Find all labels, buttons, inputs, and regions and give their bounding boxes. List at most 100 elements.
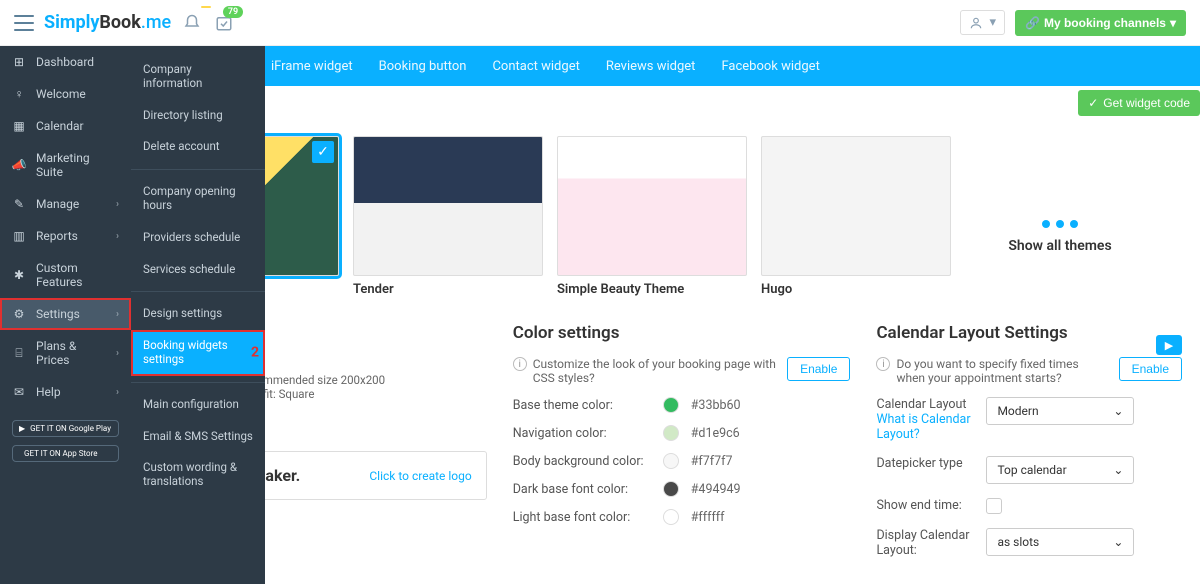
divider [131, 291, 265, 292]
get-widget-code-button[interactable]: ✓ Get widget code [1078, 90, 1200, 116]
app-store-badge[interactable]: GET IT ON App Store [12, 445, 119, 462]
color-value: #ffffff [691, 510, 725, 525]
bell-icon[interactable] [183, 14, 201, 32]
sidebar-item-dashboard[interactable]: ⊞ Dashboard [0, 46, 131, 78]
logo-prefix: Simply [44, 12, 99, 33]
submenu-item-company-information[interactable]: Company information [131, 54, 265, 100]
sidebar-item-marketing-suite[interactable]: 📣 Marketing Suite [0, 142, 131, 188]
sidebar-item-label: Reports [36, 229, 78, 243]
my-booking-channels-button[interactable]: 🔗 My booking channels ▾ [1015, 10, 1186, 36]
sidebar-item-settings[interactable]: ⚙ Settings › 1 [0, 298, 131, 330]
color-label: Dark base font color: [513, 482, 663, 497]
sidebar-item-label: Plans & Prices [36, 339, 106, 367]
show-all-label: Show all themes [1008, 238, 1111, 254]
tab-iframe-widget[interactable]: iFrame widget [271, 59, 353, 74]
sidebar-item-manage[interactable]: ✎ Manage › [0, 188, 131, 220]
chevron-down-icon: ⌄ [1113, 463, 1123, 477]
settings-submenu: Company informationDirectory listing Dele… [131, 46, 265, 584]
theme-list: Tender Simple Beauty Theme Hugo Show all… [149, 136, 1182, 297]
submenu-item-label: Delete account [143, 139, 220, 153]
hamburger-icon[interactable] [14, 15, 34, 31]
check-calendar-icon[interactable]: 79 [215, 14, 233, 32]
color-label: Body background color: [513, 454, 663, 469]
submenu-item-email-sms-settings[interactable]: Email & SMS Settings [131, 421, 265, 453]
money-icon: ⌸ [12, 346, 26, 360]
user-menu[interactable]: ▾ [960, 10, 1005, 35]
tab-reviews-widget[interactable]: Reviews widget [606, 59, 696, 74]
notif-badge [201, 6, 211, 8]
play-icon: ▶ [19, 424, 25, 433]
calendar-icon: ▦ [12, 119, 26, 133]
theme-thumbnail[interactable] [557, 136, 747, 276]
check-icon: ✓ [1088, 96, 1098, 110]
sidebar-item-label: Custom Features [36, 261, 119, 289]
sidebar-item-welcome[interactable]: ♀ Welcome [0, 78, 131, 110]
sidebar-item-plans-prices[interactable]: ⌸ Plans & Prices › [0, 330, 131, 376]
theme-card[interactable]: Simple Beauty Theme [557, 136, 747, 297]
panel-title: Color settings [513, 323, 851, 343]
submenu-item-label: Services schedule [143, 262, 235, 276]
user-icon [969, 16, 983, 30]
select-display-calendar-layout-[interactable]: as slots⌄ [986, 528, 1134, 556]
theme-thumbnail[interactable] [761, 136, 951, 276]
sidebar-item-label: Calendar [36, 119, 84, 133]
content: ✓ Get widget code Tender Simple Beauty T… [131, 86, 1200, 584]
logo-mid: Book [99, 12, 140, 33]
sidebar-item-custom-features[interactable]: ✱ Custom Features [0, 252, 131, 298]
layout-label: Display Calendar Layout: [876, 528, 986, 558]
color-row: Body background color: #f7f7f7 [513, 453, 851, 469]
fiverr-create-link[interactable]: Click to create logo [369, 469, 471, 483]
color-row: Light base font color: #ffffff [513, 509, 851, 525]
theme-card[interactable]: Hugo [761, 136, 951, 297]
color-swatch[interactable] [663, 453, 679, 469]
tab-facebook-widget[interactable]: Facebook widget [721, 59, 819, 74]
sidebar-item-reports[interactable]: ▥ Reports › [0, 220, 131, 252]
logo[interactable]: SimplyBook.me [44, 12, 171, 33]
layout-row: Show end time: [876, 498, 1182, 514]
submenu-item-directory-listing[interactable]: Directory listing [131, 100, 265, 132]
submenu-item-company-opening-hours[interactable]: Company opening hours [131, 176, 265, 222]
layout-label: Show end time: [876, 498, 986, 513]
color-swatch[interactable] [663, 481, 679, 497]
panel-desc: Do you want to specify fixed times when … [896, 357, 1108, 385]
sidebar-item-label: Welcome [36, 87, 86, 101]
help-link[interactable]: What is Calendar Layout? [876, 412, 970, 442]
video-help-icon[interactable]: ▶ [1156, 335, 1182, 355]
divider [131, 382, 265, 383]
color-swatch[interactable] [663, 397, 679, 413]
submenu-item-services-schedule[interactable]: Services schedule [131, 254, 265, 286]
checkbox-show-end-time-[interactable] [986, 498, 1002, 514]
enable-fixedtimes-button[interactable]: Enable [1119, 357, 1182, 381]
color-label: Light base font color: [513, 510, 663, 525]
submenu-item-label: Providers schedule [143, 230, 240, 244]
info-icon: i [513, 357, 527, 371]
google-play-badge[interactable]: ▶GET IT ON Google Play [12, 420, 119, 437]
select-calendar-layout[interactable]: Modern⌄ [986, 397, 1134, 425]
info-icon: i [876, 357, 890, 371]
submenu-item-providers-schedule[interactable]: Providers schedule [131, 222, 265, 254]
show-all-themes[interactable]: Show all themes [965, 136, 1155, 297]
submenu-item-booking-widgets-settings[interactable]: Booking widgets settings2 [131, 330, 265, 376]
color-settings-panel: Color settings i Customize the look of yo… [513, 323, 851, 572]
sidebar-item-label: Marketing Suite [36, 151, 119, 179]
submenu-item-main-configuration[interactable]: Main configuration [131, 389, 265, 421]
tab-booking-button[interactable]: Booking button [379, 59, 467, 74]
enable-css-button[interactable]: Enable [787, 357, 850, 381]
color-value: #f7f7f7 [691, 454, 733, 469]
submenu-item-delete-account[interactable]: Delete account [131, 131, 265, 163]
layout-row: Datepicker typeTop calendar⌄ [876, 456, 1182, 484]
panel-desc: Customize the look of your booking page … [533, 357, 777, 385]
color-swatch[interactable] [663, 425, 679, 441]
gear-icon: ⚙ [12, 307, 26, 321]
select-datepicker-type[interactable]: Top calendar⌄ [986, 456, 1134, 484]
sidebar-item-calendar[interactable]: ▦ Calendar [0, 110, 131, 142]
annotation-number: 1 [129, 306, 131, 322]
submenu-item-design-settings[interactable]: Design settings [131, 298, 265, 330]
submenu-item-label: Booking widgets settings [143, 338, 228, 366]
color-swatch[interactable] [663, 509, 679, 525]
sidebar-item-help[interactable]: ✉ Help › [0, 376, 131, 408]
submenu-item-custom-wording-translations[interactable]: Custom wording & translations [131, 452, 265, 498]
theme-card[interactable]: Tender [353, 136, 543, 297]
tab-contact-widget[interactable]: Contact widget [492, 59, 579, 74]
theme-thumbnail[interactable] [353, 136, 543, 276]
